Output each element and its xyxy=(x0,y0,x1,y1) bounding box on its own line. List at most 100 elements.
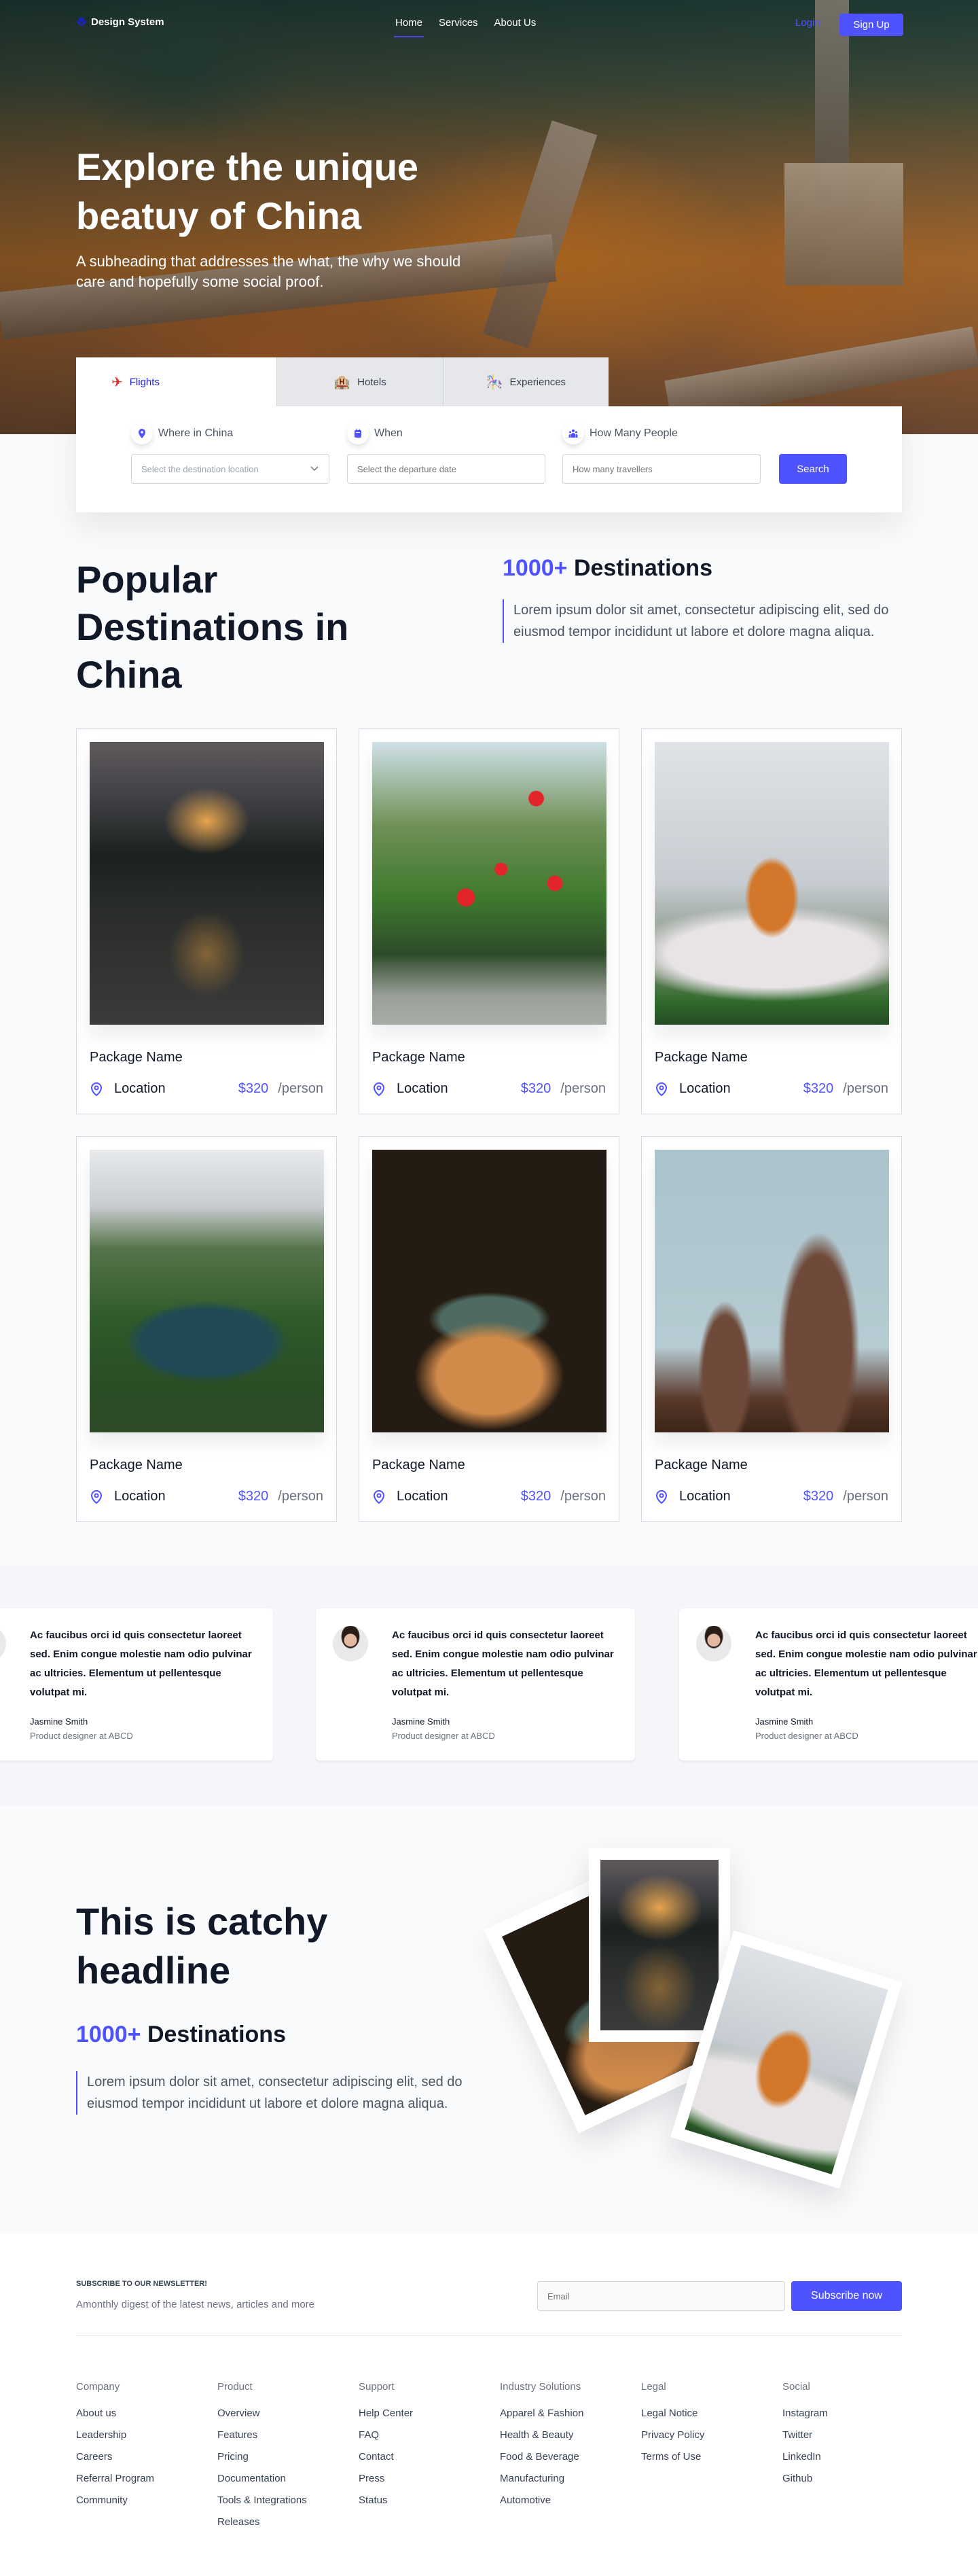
footer-link[interactable]: Automotive xyxy=(500,2494,641,2506)
departure-date-input[interactable] xyxy=(347,454,545,484)
package-card[interactable]: Package Name Location $320 /person xyxy=(641,728,902,1114)
footer-link[interactable]: Releases xyxy=(217,2516,359,2528)
footer-link[interactable]: Help Center xyxy=(359,2407,500,2419)
footer-link[interactable]: Status xyxy=(359,2494,500,2506)
location-pin-icon xyxy=(373,1489,385,1504)
people-icon xyxy=(562,423,584,444)
footer-column-title: Social xyxy=(782,2381,810,2393)
footer-link[interactable]: Community xyxy=(76,2494,217,2506)
search-button[interactable]: Search xyxy=(779,454,847,484)
package-price-unit: /person xyxy=(278,1489,323,1504)
nav-links: Home Services About Us xyxy=(393,17,537,37)
footer-link[interactable]: Documentation xyxy=(217,2473,359,2484)
package-card[interactable]: Package Name Location $320 /person xyxy=(641,1136,902,1522)
footer-link[interactable]: Apparel & Fashion xyxy=(500,2407,641,2419)
footer-link[interactable]: Careers xyxy=(76,2451,217,2463)
package-image xyxy=(372,1150,606,1432)
hero-subtitle: A subheading that addresses the what, th… xyxy=(76,253,461,290)
testimonial-card: Ac faucibus orci id quis consectetur lao… xyxy=(0,1608,273,1761)
tab-label: Experiences xyxy=(509,376,566,388)
package-grid: Package Name Location $320 /person Packa… xyxy=(76,728,902,1522)
package-name: Package Name xyxy=(90,1458,183,1472)
newsletter-email-input[interactable] xyxy=(537,2281,785,2311)
destination-select[interactable]: Select the destination location xyxy=(131,454,329,484)
package-meta: Location $320 /person xyxy=(372,1081,606,1097)
footer-link[interactable]: Terms of Use xyxy=(641,2451,782,2463)
footer-link[interactable]: Referral Program xyxy=(76,2473,217,2484)
popular-title: Popular Destinations in China xyxy=(76,558,349,696)
cta-destinations-count: 1000+ Destinations xyxy=(76,2022,286,2048)
package-meta: Location $320 /person xyxy=(90,1489,323,1504)
package-price: $320 xyxy=(238,1489,269,1504)
testimonials-section: Ac faucibus orci id quis consectetur lao… xyxy=(0,1566,978,1806)
location-pin-icon xyxy=(373,1082,385,1096)
nav-link-services[interactable]: Services xyxy=(439,17,478,35)
package-card[interactable]: Package Name Location $320 /person xyxy=(359,1136,619,1522)
brand-name: Design System xyxy=(91,16,164,28)
footer-column-title: Product xyxy=(217,2381,253,2393)
package-location: Location xyxy=(679,1489,731,1504)
package-image xyxy=(372,742,606,1025)
footer-divider xyxy=(76,2335,902,2336)
nav-link-home[interactable]: Home xyxy=(393,17,424,37)
package-location: Location xyxy=(114,1081,166,1096)
footer-link[interactable]: Pricing xyxy=(217,2451,359,2463)
tab-flights[interactable]: ✈ Flights xyxy=(76,357,278,406)
footer-link[interactable]: Instagram xyxy=(782,2407,924,2419)
testimonial-name: Jasmine Smith xyxy=(392,1716,450,1727)
package-card[interactable]: Package Name Location $320 /person xyxy=(76,1136,337,1522)
footer-column-company: Company About us Leadership Careers Referral… xyxy=(76,2381,217,2538)
footer-link[interactable]: Features xyxy=(217,2429,359,2441)
date-field: When xyxy=(347,406,545,484)
footer-link[interactable]: Manufacturing xyxy=(500,2473,641,2484)
testimonial-role: Product designer at ABCD xyxy=(392,1731,495,1741)
package-image xyxy=(90,1150,324,1432)
tab-hotels[interactable]: 🏨 Hotels xyxy=(277,357,443,406)
package-location: Location xyxy=(679,1081,731,1096)
package-name: Package Name xyxy=(372,1458,465,1472)
footer-column-industry-solutions: Industry Solutions Apparel & Fashion Healt… xyxy=(500,2381,641,2538)
signup-button[interactable]: Sign Up xyxy=(839,14,903,36)
travellers-input[interactable] xyxy=(562,454,761,484)
footer-link[interactable]: Privacy Policy xyxy=(641,2429,782,2441)
package-name: Package Name xyxy=(655,1458,748,1472)
brand-logo[interactable]: Design System xyxy=(76,16,164,28)
package-price: $320 xyxy=(238,1081,269,1096)
cta-description: Lorem ipsum dolor sit amet, consectetur … xyxy=(76,2071,470,2115)
package-card[interactable]: Package Name Location $320 /person xyxy=(76,728,337,1114)
footer-link[interactable]: Contact xyxy=(359,2451,500,2463)
footer-link[interactable]: LinkedIn xyxy=(782,2451,924,2463)
footer-link[interactable]: FAQ xyxy=(359,2429,500,2441)
footer-link[interactable]: Legal Notice xyxy=(641,2407,782,2419)
footer-link[interactable]: About us xyxy=(76,2407,217,2419)
footer-column-social: Social Instagram Twitter LinkedIn Github xyxy=(782,2381,924,2538)
login-link[interactable]: Login xyxy=(795,17,820,29)
footer-column-title: Industry Solutions xyxy=(500,2381,581,2393)
footer-link[interactable]: Overview xyxy=(217,2407,359,2419)
footer-link[interactable]: Tools & Integrations xyxy=(217,2494,359,2506)
destination-field: Where in China Select the destination lo… xyxy=(131,406,329,484)
footer-column-product: Product Overview Features Pricing Documentat… xyxy=(217,2381,359,2538)
footer-link[interactable]: Food & Beverage xyxy=(500,2451,641,2463)
footer-link[interactable]: Github xyxy=(782,2473,924,2484)
package-price: $320 xyxy=(520,1489,551,1504)
experiences-icon: 🎠 xyxy=(486,374,503,390)
location-pin-icon xyxy=(90,1489,103,1504)
location-pin-icon xyxy=(90,1082,103,1096)
footer-link[interactable]: Twitter xyxy=(782,2429,924,2441)
airplane-icon: ✈ xyxy=(111,374,123,390)
testimonial-quote: Ac faucibus orci id quis consectetur lao… xyxy=(30,1629,252,1698)
footer-link[interactable]: Press xyxy=(359,2473,500,2484)
package-card[interactable]: Package Name Location $320 /person xyxy=(359,728,619,1114)
footer-link[interactable]: Leadership xyxy=(76,2429,217,2441)
newsletter-title: SUBSCRIBE TO OUR NEWSLETTER! xyxy=(76,2280,207,2288)
testimonial-quote: Ac faucibus orci id quis consectetur lao… xyxy=(755,1629,977,1698)
people-field: How Many People xyxy=(562,406,761,484)
package-price: $320 xyxy=(803,1081,834,1096)
footer-link[interactable]: Health & Beauty xyxy=(500,2429,641,2441)
nav-link-about[interactable]: About Us xyxy=(494,17,537,35)
tab-experiences[interactable]: 🎠 Experiences xyxy=(443,357,609,406)
footer-column-title: Company xyxy=(76,2381,120,2393)
subscribe-button[interactable]: Subscribe now xyxy=(791,2281,902,2311)
count-label: Destinations xyxy=(147,2022,286,2047)
